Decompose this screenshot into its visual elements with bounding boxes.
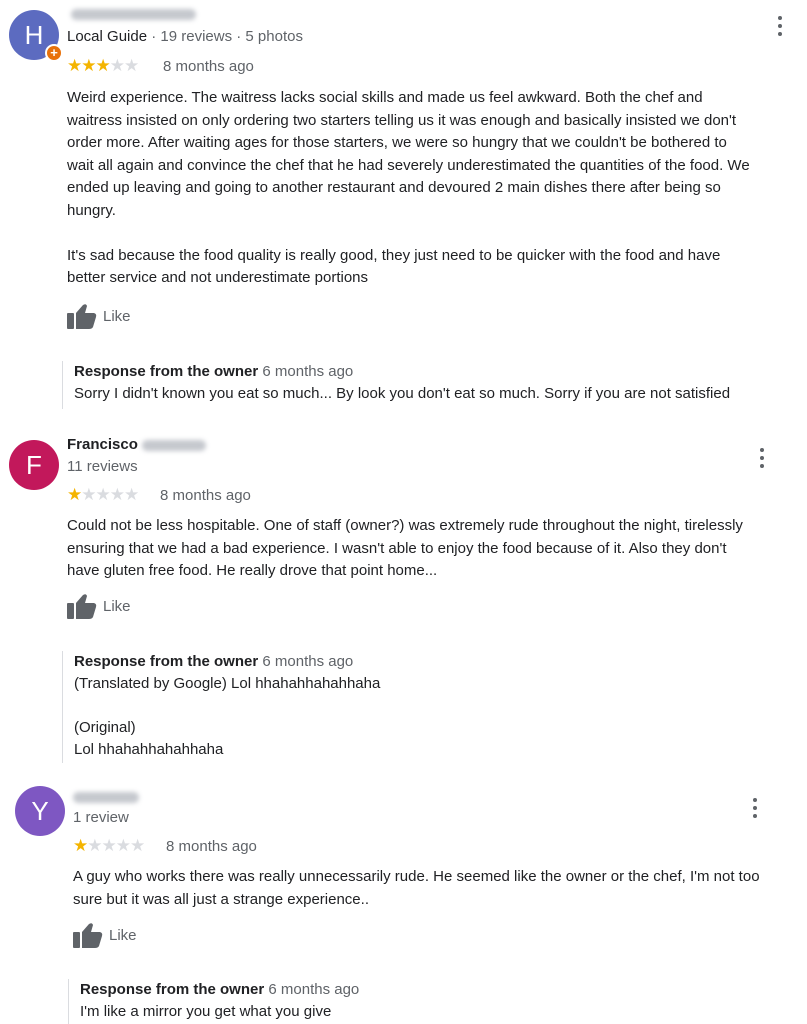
response-time: 6 months ago (268, 981, 360, 998)
owner-response: Response from the owner 6 months ago (Tr… (62, 651, 380, 763)
response-time: 6 months ago (262, 363, 354, 380)
response-label: Response from the owner (74, 653, 259, 670)
review-counts: · 19 reviews · 5 photos (147, 28, 303, 45)
star-rating: ★★★★★ (73, 836, 145, 855)
redacted-name (71, 8, 196, 20)
avatar-letter: F (26, 449, 42, 480)
avatar-letter: Y (31, 795, 49, 826)
like-label: Like (109, 926, 137, 944)
reviewer-first-name: Francisco (67, 436, 138, 453)
response-header: Response from the owner 6 months ago (74, 361, 730, 383)
local-guide-label: Local Guide (67, 28, 148, 45)
response-label: Response from the owner (74, 363, 259, 380)
avatar[interactable]: Y (15, 786, 65, 836)
redacted-name (141, 439, 206, 451)
reviewer-meta: 1 review (73, 809, 129, 826)
star-rating: ★★★★★ (67, 485, 139, 504)
more-options-icon[interactable] (756, 446, 768, 470)
review-text: Weird experience. The waitress lacks soc… (67, 89, 750, 286)
response-text: Sorry I didn't known you eat so much... … (74, 385, 731, 402)
review-card: F Francisco 11 reviews ★★★★★ 8 months ag… (0, 410, 807, 770)
more-options-icon[interactable] (749, 796, 761, 820)
thumbs-up-icon (67, 594, 97, 619)
reviewer-meta: Local Guide · 19 reviews · 5 photos (67, 28, 303, 45)
more-options-icon[interactable] (774, 14, 786, 38)
review-time: 8 months ago (166, 838, 257, 855)
reviewer-meta: 11 reviews (67, 458, 138, 475)
local-guide-badge-icon: + (45, 44, 63, 62)
avatar[interactable]: F (9, 440, 59, 490)
review-time: 8 months ago (163, 58, 254, 75)
like-button[interactable]: Like (67, 303, 131, 329)
owner-response: Response from the owner 6 months ago I'm… (68, 979, 359, 1024)
review-text: A guy who works there was really unneces… (73, 868, 760, 908)
reviewer-name[interactable] (73, 788, 139, 805)
like-button[interactable]: Like (73, 922, 137, 948)
reviewer-name[interactable] (67, 5, 196, 22)
response-header: Response from the owner 6 months ago (80, 979, 359, 1001)
response-time: 6 months ago (262, 653, 354, 670)
reviewer-name[interactable]: Francisco (67, 436, 206, 453)
review-text: Could not be less hospitable. One of sta… (67, 517, 743, 579)
avatar-letter: H (24, 19, 44, 50)
response-header: Response from the owner 6 months ago (74, 651, 380, 673)
like-label: Like (103, 597, 131, 615)
response-label: Response from the owner (80, 981, 265, 998)
thumbs-up-icon (67, 304, 97, 329)
owner-response: Response from the owner 6 months ago Sor… (62, 361, 730, 409)
response-text: I'm like a mirror you get what you give (80, 1003, 332, 1020)
review-card: H + Local Guide · 19 reviews · 5 photos … (0, 0, 807, 410)
like-button[interactable]: Like (67, 593, 131, 619)
like-label: Like (103, 307, 131, 325)
star-rating: ★★★★★ (67, 56, 139, 75)
avatar[interactable]: H + (9, 10, 63, 62)
response-text: (Translated by Google) Lol hhahahhahahha… (74, 675, 381, 758)
redacted-name (73, 791, 139, 803)
review-card: Y 1 review ★★★★★ 8 months ago A guy who … (0, 770, 807, 1024)
review-time: 8 months ago (160, 487, 251, 504)
thumbs-up-icon (73, 923, 103, 948)
